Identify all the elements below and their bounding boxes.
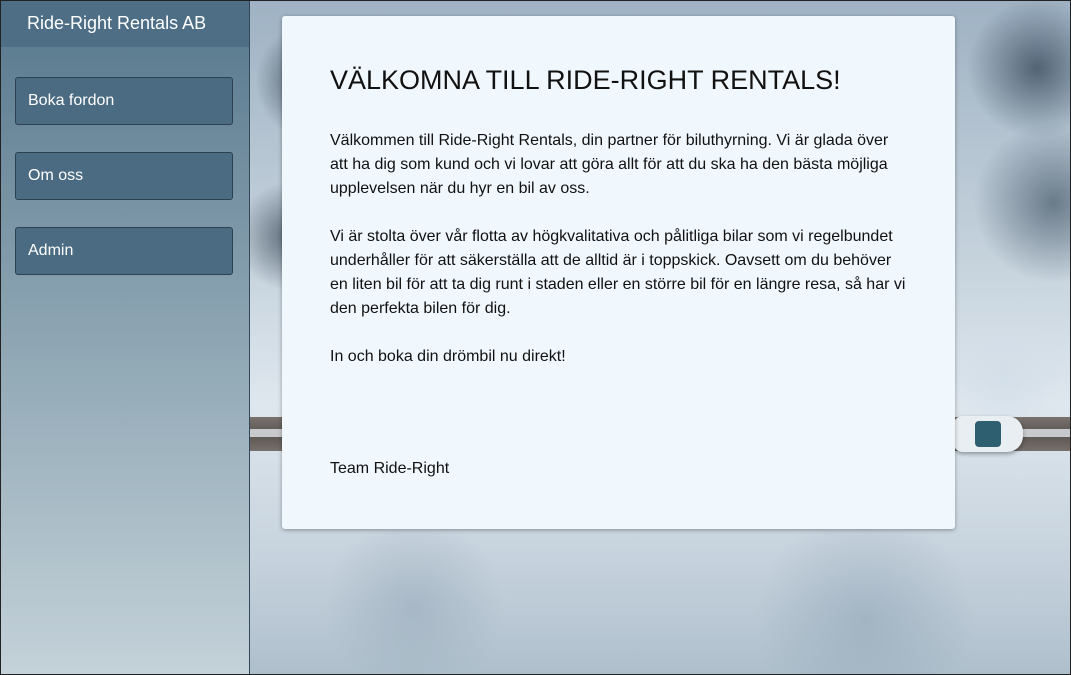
sidebar-nav: Boka fordon Om oss Admin <box>1 47 249 275</box>
nav-button-boka-fordon[interactable]: Boka fordon <box>15 77 233 125</box>
main-area: VÄLKOMNA TILL RIDE-RIGHT RENTALS! Välkom… <box>250 1 1070 674</box>
page-title: VÄLKOMNA TILL RIDE-RIGHT RENTALS! <box>330 65 841 95</box>
intro-paragraph: Välkommen till Ride-Right Rentals, din p… <box>330 132 889 197</box>
welcome-card: VÄLKOMNA TILL RIDE-RIGHT RENTALS! Välkom… <box>282 16 955 529</box>
app-window: Ride-Right Rentals AB Boka fordon Om oss… <box>0 0 1071 675</box>
background-car-image <box>953 416 1023 452</box>
fleet-paragraph: Vi är stolta över vår flotta av högkvali… <box>330 228 906 317</box>
brand-title: Ride-Right Rentals AB <box>1 1 249 47</box>
nav-button-admin[interactable]: Admin <box>15 227 233 275</box>
background-car-window <box>975 421 1001 447</box>
signature: Team Ride-Right <box>330 460 450 477</box>
call-to-action-paragraph: In och boka din drömbil nu direkt! <box>330 348 566 365</box>
nav-button-om-oss[interactable]: Om oss <box>15 152 233 200</box>
sidebar: Ride-Right Rentals AB Boka fordon Om oss… <box>1 1 250 674</box>
